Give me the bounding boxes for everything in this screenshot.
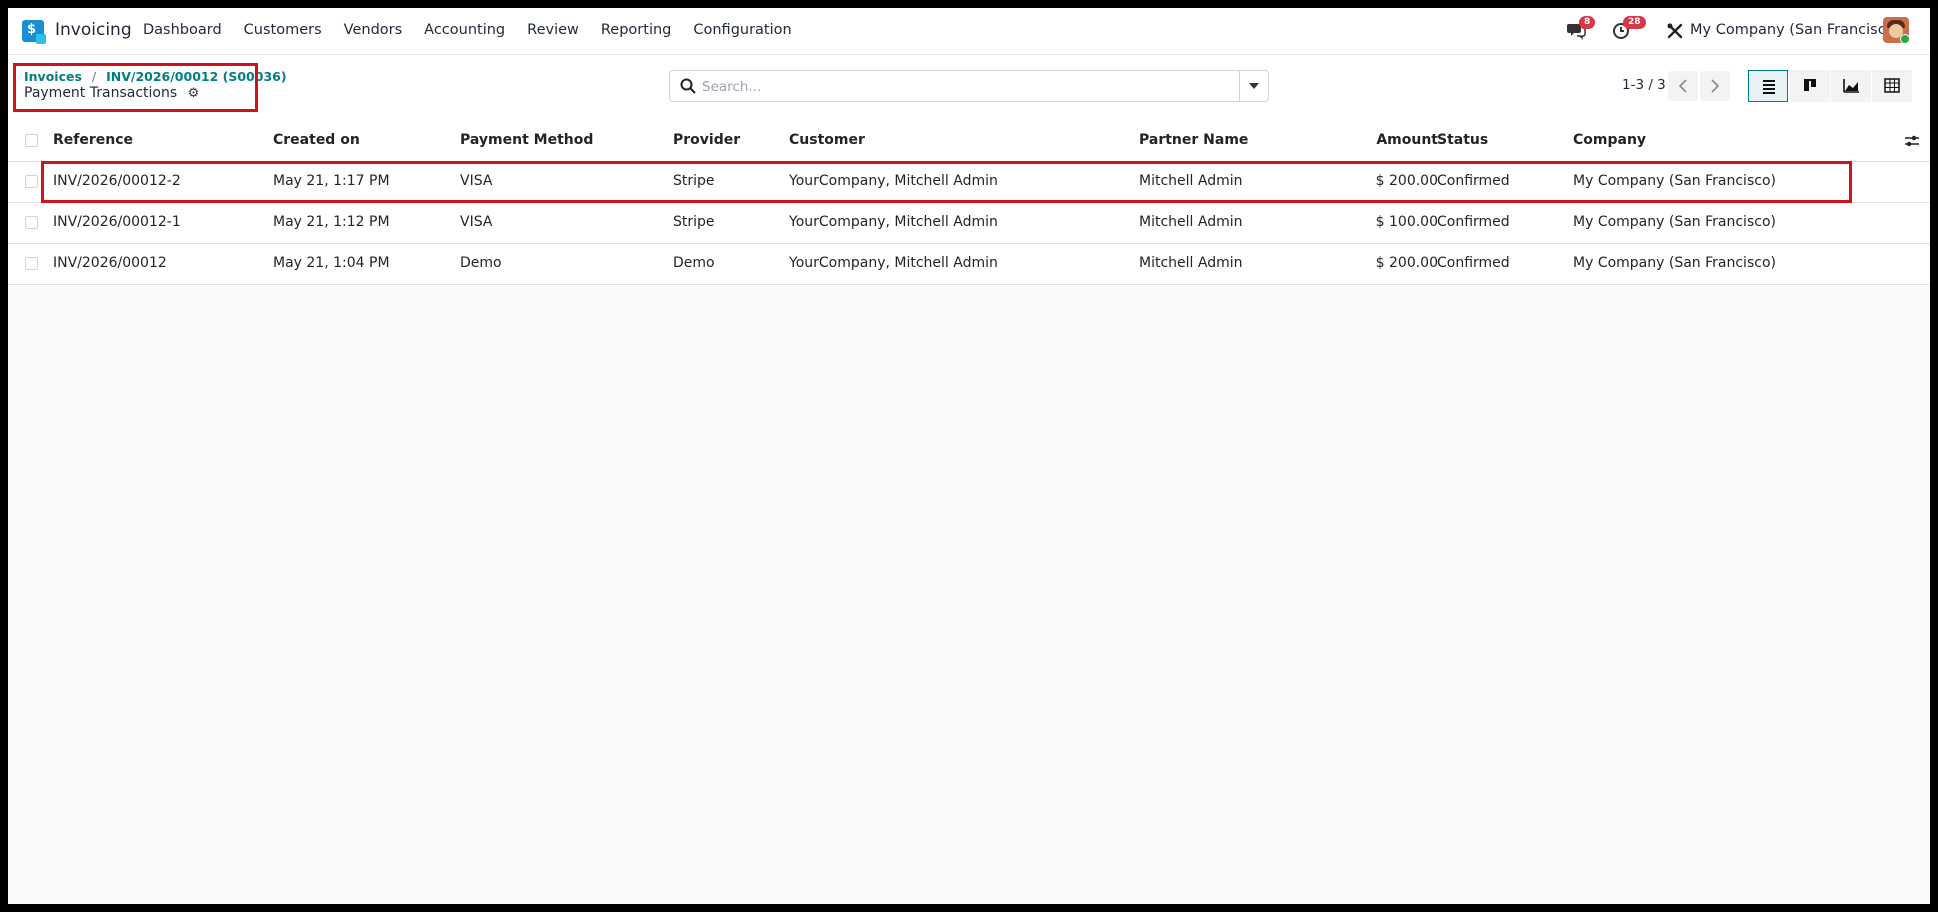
menu-accounting[interactable]: Accounting	[424, 22, 505, 38]
table-row[interactable]: INV/2026/00012 May 21, 1:04 PM Demo Demo…	[8, 244, 1930, 285]
cell-customer: YourCompany, Mitchell Admin	[789, 173, 998, 189]
cell-created-on: May 21, 1:12 PM	[273, 214, 390, 230]
main-menu: Dashboard Customers Vendors Accounting R…	[143, 22, 814, 38]
app-window: $ Invoicing Dashboard Customers Vendors …	[8, 8, 1930, 904]
chevron-right-icon	[1711, 79, 1720, 93]
activities-badge: 28	[1623, 16, 1646, 29]
cell-reference: INV/2026/00012-2	[53, 173, 181, 189]
column-amount[interactable]: Amount	[1318, 132, 1438, 148]
cell-customer: YourCompany, Mitchell Admin	[789, 255, 998, 271]
breadcrumb-separator: /	[91, 69, 97, 84]
kanban-view-button[interactable]	[1790, 70, 1830, 102]
cell-created-on: May 21, 1:17 PM	[273, 173, 390, 189]
table-row[interactable]: INV/2026/00012-2 May 21, 1:17 PM VISA St…	[8, 161, 1930, 203]
chevron-left-icon	[1678, 79, 1687, 93]
search-input[interactable]	[700, 76, 1214, 98]
breadcrumb-invoices[interactable]: Invoices	[24, 69, 82, 84]
column-customer[interactable]: Customer	[789, 132, 865, 148]
menu-reporting[interactable]: Reporting	[601, 22, 672, 38]
cell-company: My Company (San Francisco)	[1573, 255, 1776, 271]
cell-amount: $ 200.00	[1375, 255, 1438, 271]
search-options-toggle[interactable]	[1239, 71, 1268, 101]
pivot-view-button[interactable]	[1872, 70, 1912, 102]
column-partner-name[interactable]: Partner Name	[1139, 132, 1248, 148]
breadcrumb: Invoices / INV/2026/00012 (S00036)	[24, 69, 287, 84]
cell-reference: INV/2026/00012-1	[53, 214, 181, 230]
messages-badge: 8	[1579, 16, 1596, 29]
table-row[interactable]: INV/2026/00012-1 May 21, 1:12 PM VISA St…	[8, 203, 1930, 244]
cell-partner-name: Mitchell Admin	[1139, 214, 1243, 230]
menu-vendors[interactable]: Vendors	[344, 22, 403, 38]
cell-created-on: May 21, 1:04 PM	[273, 255, 390, 271]
debug-tools-button[interactable]	[1666, 22, 1684, 44]
cell-payment-method: VISA	[460, 173, 493, 189]
table-icon	[1884, 78, 1900, 93]
pager-previous-button[interactable]	[1668, 71, 1698, 101]
tools-icon	[1667, 23, 1683, 39]
page-title: Payment Transactions ⚙	[24, 85, 199, 101]
top-navbar: $ Invoicing Dashboard Customers Vendors …	[8, 8, 1930, 55]
optional-columns-icon[interactable]	[1904, 133, 1920, 149]
graph-view-button[interactable]	[1831, 70, 1871, 102]
list-view-button[interactable]	[1748, 70, 1788, 102]
search-bar	[669, 70, 1269, 102]
table-header: Reference Created on Payment Method Prov…	[8, 121, 1930, 162]
row-checkbox[interactable]	[25, 257, 38, 270]
caret-down-icon	[1249, 83, 1259, 89]
invoicing-app-icon[interactable]: $	[22, 20, 46, 44]
pager-value[interactable]: 1-3 / 3	[1622, 77, 1666, 93]
select-all-checkbox[interactable]	[25, 134, 38, 147]
row-checkbox[interactable]	[25, 216, 38, 229]
cell-payment-method: Demo	[460, 255, 502, 271]
messages-button[interactable]: 8	[1566, 16, 1596, 44]
column-created-on[interactable]: Created on	[273, 132, 360, 148]
cell-customer: YourCompany, Mitchell Admin	[789, 214, 998, 230]
column-reference[interactable]: Reference	[53, 132, 133, 148]
cell-amount: $ 100.00	[1375, 214, 1438, 230]
column-status[interactable]: Status	[1437, 132, 1488, 148]
cell-payment-method: VISA	[460, 214, 493, 230]
menu-configuration[interactable]: Configuration	[693, 22, 791, 38]
cell-reference: INV/2026/00012	[53, 255, 167, 271]
transactions-list: Reference Created on Payment Method Prov…	[8, 121, 1930, 285]
column-provider[interactable]: Provider	[673, 132, 740, 148]
column-company[interactable]: Company	[1573, 132, 1646, 148]
menu-review[interactable]: Review	[527, 22, 579, 38]
control-panel: Invoices / INV/2026/00012 (S00036) Payme…	[8, 55, 1930, 122]
kanban-icon	[1804, 79, 1816, 91]
menu-dashboard[interactable]: Dashboard	[143, 22, 222, 38]
menu-customers[interactable]: Customers	[244, 22, 322, 38]
breadcrumb-invoice[interactable]: INV/2026/00012 (S00036)	[106, 69, 286, 84]
pager-next-button[interactable]	[1700, 71, 1730, 101]
cell-status: Confirmed	[1437, 255, 1510, 271]
column-payment-method[interactable]: Payment Method	[460, 132, 593, 148]
area-chart-icon	[1843, 79, 1859, 93]
cell-company: My Company (San Francisco)	[1573, 214, 1776, 230]
gear-icon[interactable]: ⚙	[188, 86, 200, 101]
list-icon	[1763, 80, 1775, 94]
app-name[interactable]: Invoicing	[55, 20, 132, 40]
cell-partner-name: Mitchell Admin	[1139, 255, 1243, 271]
company-switcher[interactable]: My Company (San Francisco)	[1690, 22, 1900, 38]
cell-provider: Stripe	[673, 214, 715, 230]
cell-provider: Stripe	[673, 173, 715, 189]
search-icon	[680, 78, 696, 94]
row-checkbox[interactable]	[25, 175, 38, 188]
cell-amount: $ 200.00	[1375, 173, 1438, 189]
cell-status: Confirmed	[1437, 173, 1510, 189]
cell-company: My Company (San Francisco)	[1573, 173, 1776, 189]
activities-button[interactable]: 28	[1612, 16, 1646, 44]
user-avatar[interactable]	[1883, 17, 1909, 43]
online-status-icon	[1900, 34, 1909, 43]
page-title-text: Payment Transactions	[24, 85, 178, 101]
cell-status: Confirmed	[1437, 214, 1510, 230]
cell-partner-name: Mitchell Admin	[1139, 173, 1243, 189]
cell-provider: Demo	[673, 255, 715, 271]
